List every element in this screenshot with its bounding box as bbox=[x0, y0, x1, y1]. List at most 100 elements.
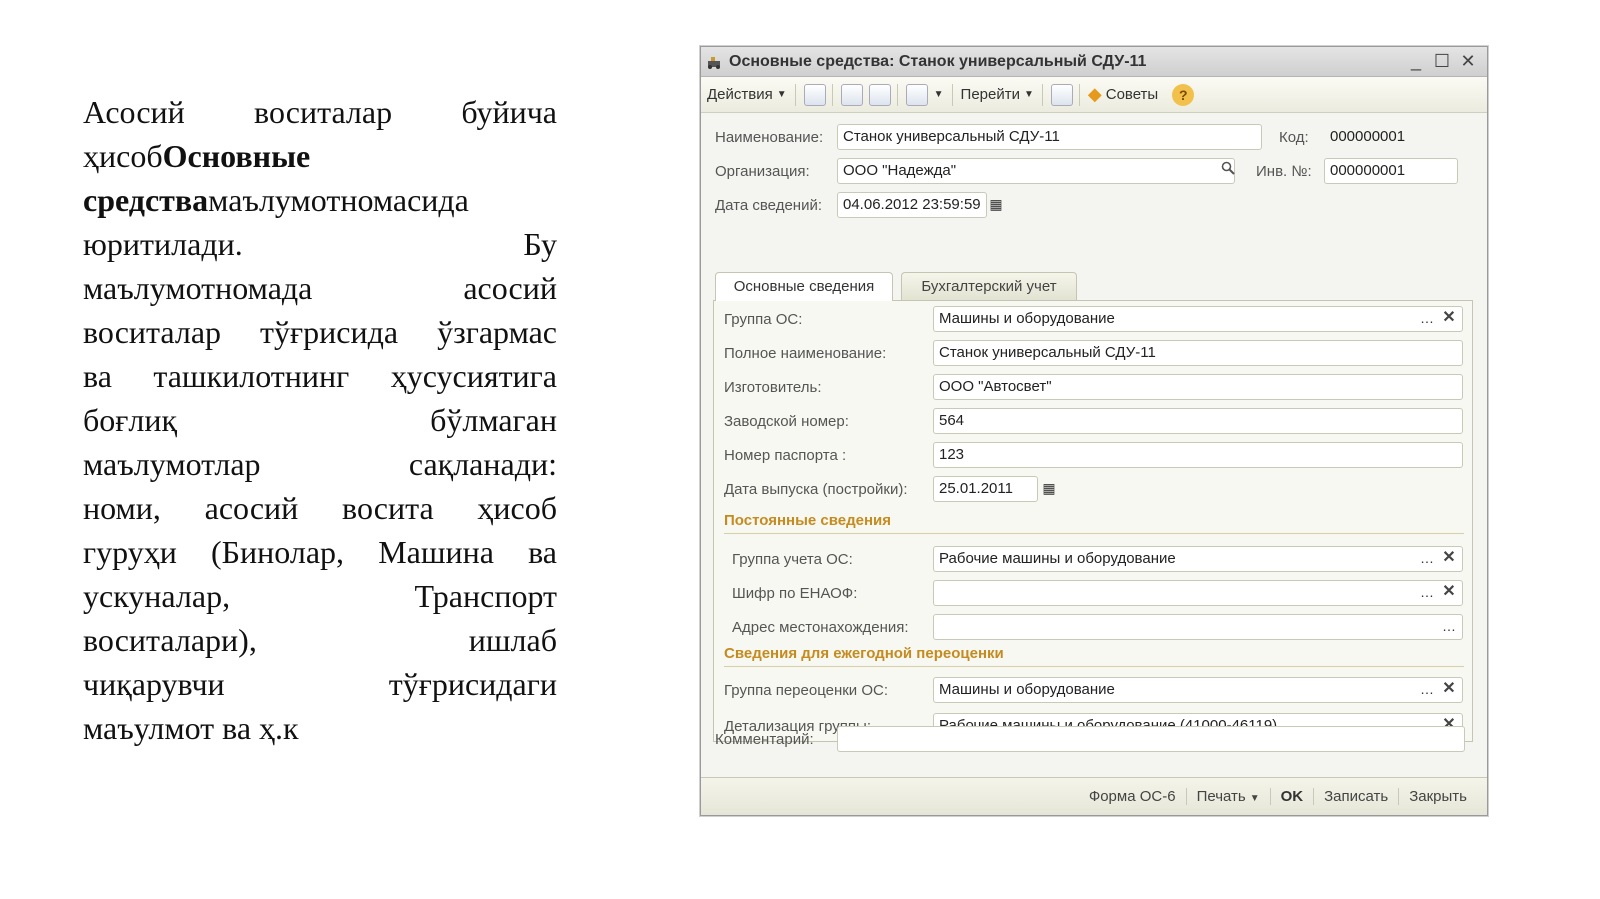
ellipsis-icon[interactable]: … bbox=[1438, 615, 1460, 639]
section-divider bbox=[724, 666, 1464, 667]
tips-icon: ◆ bbox=[1087, 84, 1102, 104]
ellipsis-icon[interactable]: … bbox=[1416, 581, 1438, 605]
toolbar-separator bbox=[1078, 83, 1080, 106]
full-name-field[interactable]: Станок универсальный СДУ-11 bbox=[933, 340, 1463, 366]
close-window-button[interactable]: ✕ bbox=[1455, 51, 1481, 72]
text-line: ускуналар, Транспорт bbox=[83, 578, 557, 614]
organization-label: Организация: bbox=[715, 163, 810, 180]
calendar-icon[interactable]: ▦ bbox=[985, 193, 1007, 217]
toolbar-separator bbox=[1041, 83, 1043, 106]
toolbar: Действия ▼ ▼ Перейти ▼ ◆ Советы ? bbox=[701, 77, 1487, 113]
permanent-info-section: Постоянные сведения bbox=[724, 512, 891, 529]
tab-main-info[interactable]: Основные сведения bbox=[715, 272, 893, 301]
address-field[interactable]: … bbox=[933, 614, 1463, 640]
actions-menu[interactable]: Действия ▼ bbox=[707, 86, 787, 103]
release-date-field[interactable]: 25.01.2011 bbox=[933, 476, 1038, 502]
tab-accounting[interactable]: Бухгалтерский учет bbox=[901, 272, 1077, 300]
tips-label: Советы bbox=[1105, 86, 1159, 103]
os-group-value: Машины и оборудование bbox=[939, 310, 1115, 327]
search-icon[interactable] bbox=[1217, 159, 1239, 183]
revaluation-group-field[interactable]: Машины и оборудование … ✕ bbox=[933, 677, 1463, 703]
address-label: Адрес местонахождения: bbox=[732, 619, 909, 636]
dropdown-caret-icon: ▼ bbox=[776, 89, 787, 100]
toolbar-separator bbox=[831, 83, 833, 106]
passport-number-label: Номер паспорта : bbox=[724, 447, 847, 464]
os-group-field[interactable]: Машины и оборудование … ✕ bbox=[933, 306, 1463, 332]
inv-number-label: Инв. №: bbox=[1256, 163, 1312, 180]
serial-number-field[interactable]: 564 bbox=[933, 408, 1463, 434]
toolbar-separator bbox=[794, 83, 796, 106]
title-bar: Основные средства: Станок универсальный … bbox=[701, 47, 1487, 77]
passport-number-field[interactable]: 123 bbox=[933, 442, 1463, 468]
tips-button[interactable]: ◆ Советы bbox=[1088, 84, 1158, 105]
ok-button[interactable]: OK bbox=[1269, 788, 1314, 805]
dropdown-caret-icon: ▼ bbox=[1249, 793, 1260, 804]
text-line: воситалари), ишлаб bbox=[83, 622, 557, 658]
dropdown-caret-icon: ▼ bbox=[1023, 89, 1034, 100]
text-line: средствамаълумотномасида bbox=[83, 182, 469, 218]
comment-field[interactable] bbox=[837, 726, 1465, 752]
accounting-group-value: Рабочие машины и оборудование bbox=[939, 550, 1176, 567]
goto-menu[interactable]: Перейти ▼ bbox=[961, 86, 1034, 103]
ellipsis-icon[interactable]: … bbox=[1416, 678, 1438, 702]
structure-icon[interactable] bbox=[1050, 83, 1073, 106]
text-line: гуруҳи (Бинолар, Машина ва bbox=[83, 534, 557, 570]
text-line: ҳисобОсновные bbox=[83, 138, 311, 174]
help-icon[interactable]: ? bbox=[1172, 83, 1195, 106]
text-line: маълумотномада асосий bbox=[83, 270, 557, 306]
goto-label: Перейти bbox=[960, 86, 1020, 103]
inv-number-field[interactable]: 000000001 bbox=[1324, 158, 1458, 184]
text-line: ва ташкилотнинг ҳусусиятига bbox=[83, 358, 557, 394]
section-divider bbox=[724, 533, 1464, 534]
code-label: Код: bbox=[1279, 129, 1309, 146]
save-button[interactable]: Записать bbox=[1313, 788, 1398, 805]
text-line: Асосий воситалар буйича bbox=[83, 94, 557, 130]
close-button[interactable]: Закрыть bbox=[1398, 788, 1477, 805]
date-label: Дата сведений: bbox=[715, 197, 822, 214]
save-close-icon[interactable] bbox=[803, 83, 826, 106]
code-field: 000000001 bbox=[1330, 128, 1406, 145]
date-field[interactable]: 04.06.2012 23:59:59 bbox=[837, 192, 987, 218]
form-window: Основные средства: Станок универсальный … bbox=[700, 46, 1488, 816]
serial-number-label: Заводской номер: bbox=[724, 413, 849, 430]
text-line: воситалар тўғрисида ўзгармас bbox=[83, 314, 557, 350]
revaluation-section: Сведения для ежегодной переоценки bbox=[724, 645, 1004, 662]
accounting-group-field[interactable]: Рабочие машины и оборудование … ✕ bbox=[933, 546, 1463, 572]
clear-icon[interactable]: ✕ bbox=[1438, 307, 1460, 331]
enaof-code-label: Шифр по ЕНАОФ: bbox=[732, 585, 858, 602]
print-label: Печать bbox=[1196, 788, 1246, 805]
text-line: юритилади. Бу bbox=[83, 226, 557, 262]
full-name-label: Полное наименование: bbox=[724, 345, 887, 362]
minimize-button[interactable]: _ bbox=[1403, 51, 1429, 72]
revaluation-group-label: Группа переоценки ОС: bbox=[724, 682, 889, 699]
toolbar-separator bbox=[951, 83, 953, 106]
print-menu[interactable]: Печать ▼ bbox=[1185, 788, 1270, 805]
tab-panel: Группа ОС: Машины и оборудование … ✕ Пол… bbox=[713, 300, 1473, 742]
based-on-menu[interactable]: ▼ bbox=[905, 83, 944, 106]
ellipsis-icon[interactable]: … bbox=[1416, 547, 1438, 571]
text-line: боғлиқ бўлмаган bbox=[83, 402, 557, 438]
maximize-button[interactable]: ☐ bbox=[1429, 51, 1455, 72]
organization-field[interactable]: ООО "Надежда" bbox=[837, 158, 1235, 184]
enaof-code-field[interactable]: … ✕ bbox=[933, 580, 1463, 606]
name-field[interactable]: Станок универсальный СДУ-11 bbox=[837, 124, 1262, 150]
ellipsis-icon[interactable]: … bbox=[1416, 307, 1438, 331]
save-icon[interactable] bbox=[840, 83, 863, 106]
manufacturer-field[interactable]: ООО "Автосвет" bbox=[933, 374, 1463, 400]
reread-icon[interactable] bbox=[868, 83, 891, 106]
name-label: Наименование: bbox=[715, 129, 824, 146]
app-icon bbox=[707, 55, 723, 69]
comment-label: Комментарий: bbox=[715, 731, 814, 748]
calendar-icon[interactable]: ▦ bbox=[1038, 477, 1060, 501]
bottom-bar: Форма ОС-6 Печать ▼ OK Записать Закрыть bbox=[701, 777, 1487, 815]
tabs-area: Основные сведения Бухгалтерский учет Гру… bbox=[713, 272, 1475, 762]
text-line: маъулмот ва ҳ.к bbox=[83, 710, 299, 746]
dropdown-caret-icon: ▼ bbox=[933, 89, 944, 100]
clear-icon[interactable]: ✕ bbox=[1438, 547, 1460, 571]
revaluation-group-value: Машины и оборудование bbox=[939, 681, 1115, 698]
form-os6-button[interactable]: Форма ОС-6 bbox=[1079, 788, 1186, 805]
clear-icon[interactable]: ✕ bbox=[1438, 581, 1460, 605]
toolbar-separator bbox=[896, 83, 898, 106]
window-title: Основные средства: Станок универсальный … bbox=[729, 52, 1147, 70]
clear-icon[interactable]: ✕ bbox=[1438, 678, 1460, 702]
